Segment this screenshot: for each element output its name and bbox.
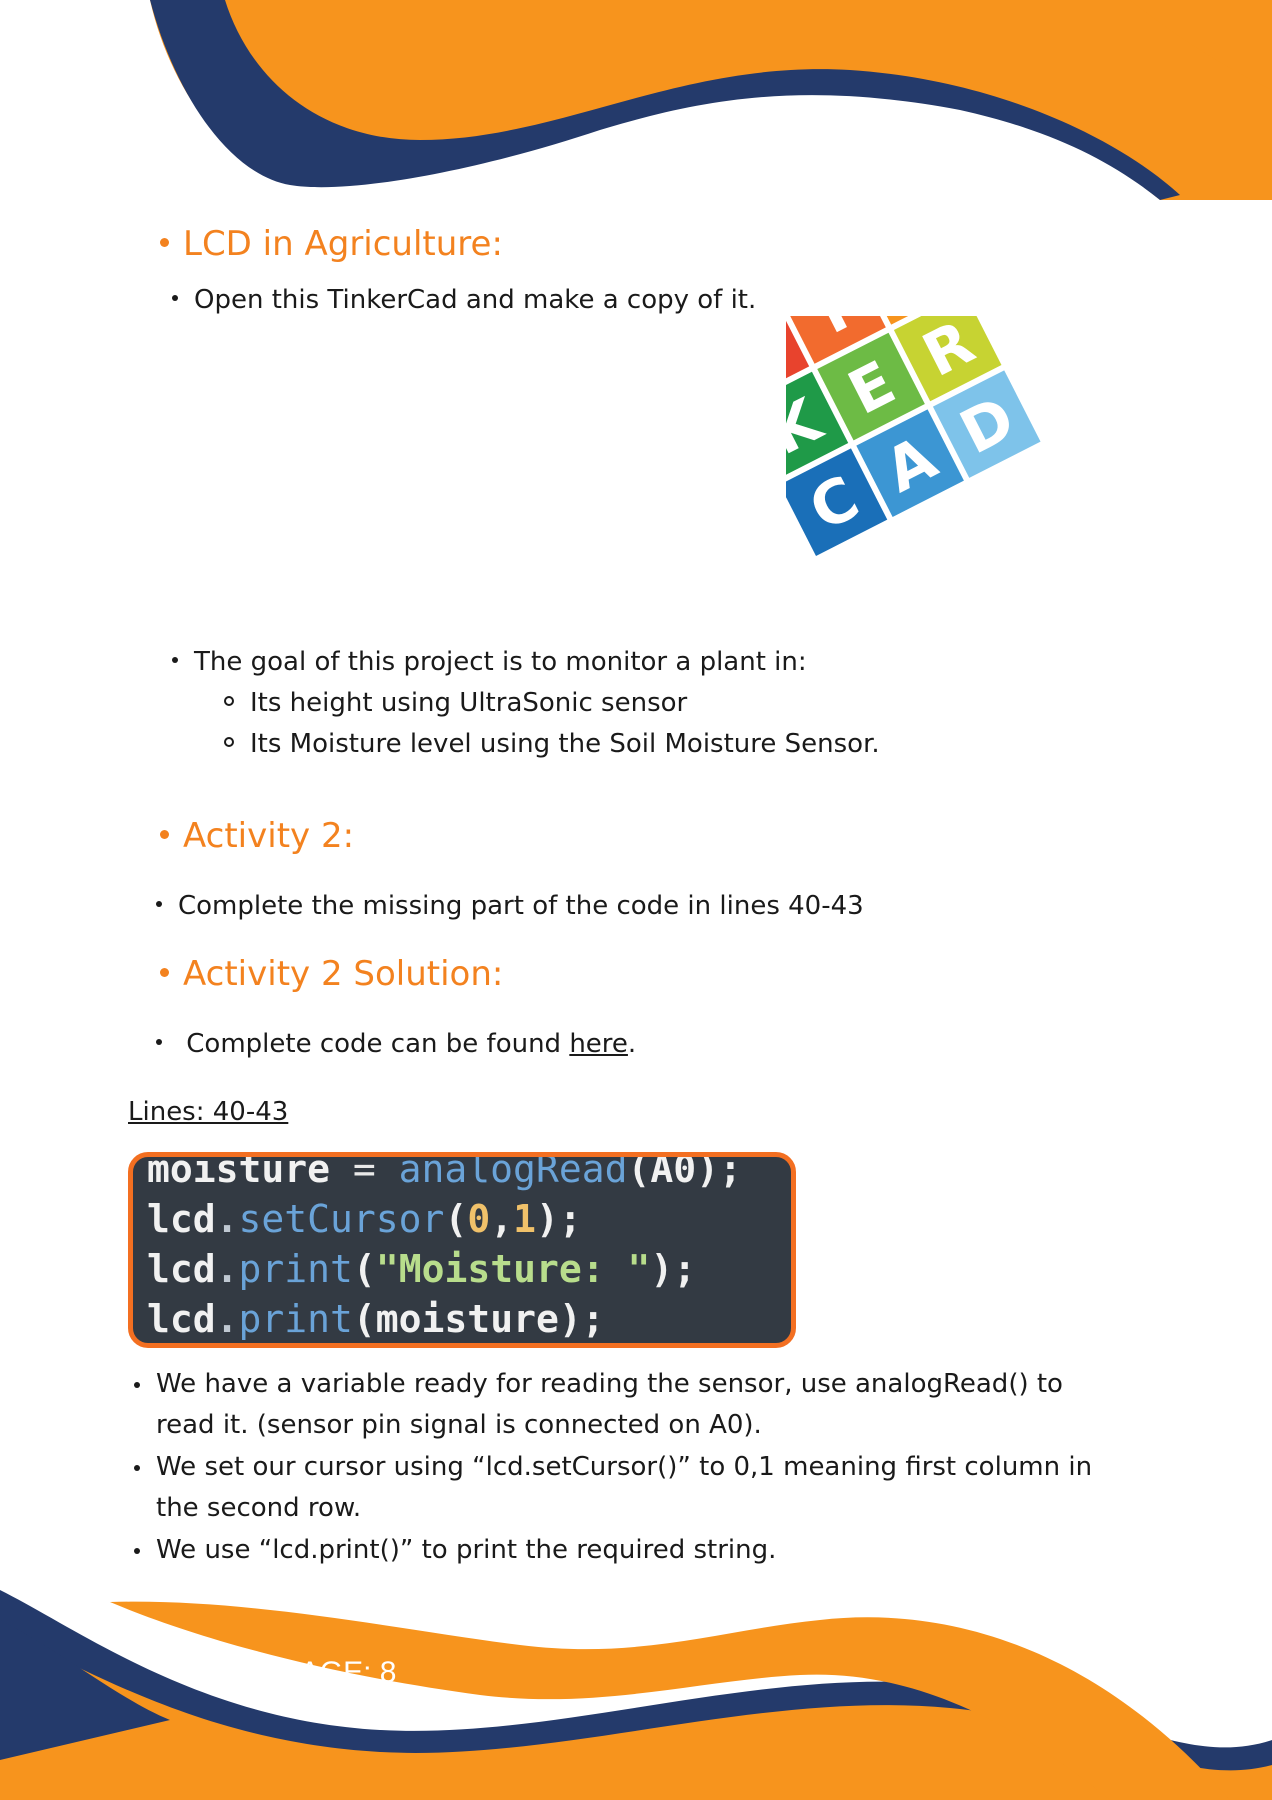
activity-bullet: Complete the missing part of the code in…	[156, 886, 864, 927]
page-number: PAGE: 8	[282, 1656, 397, 1689]
code-line-3: lcd.print("Moisture: ");	[147, 1247, 697, 1291]
code-line-2: lcd.setCursor(0,1);	[147, 1197, 582, 1241]
solution-text-end: .	[627, 1029, 637, 1059]
section-heading-activity-2-solution: Activity 2 Solution:	[160, 954, 503, 994]
code-line-4: lcd.print(moisture);	[147, 1297, 605, 1341]
note-setcursor: We set our cursor using “lcd.setCursor()…	[134, 1447, 1126, 1529]
solution-bullet: Complete code can be found here.	[156, 1024, 636, 1065]
note-print: We use “lcd.print()” to print the requir…	[134, 1530, 1126, 1571]
section-heading-lcd-agriculture: LCD in Agriculture:	[160, 224, 503, 264]
tinkercad-logo-image: T I N K E R C A	[786, 316, 1041, 556]
code-snippet: moisture = analogRead(A0); lcd.setCursor…	[128, 1152, 796, 1348]
goal-bullet: The goal of this project is to monitor a…	[172, 642, 807, 683]
code-line-1: moisture = analogRead(A0);	[147, 1152, 742, 1191]
intro-bullet: Open this TinkerCad and make a copy of i…	[172, 280, 756, 321]
note-text: We use “lcd.print()” to print the requir…	[156, 1535, 777, 1565]
here-link[interactable]: here	[569, 1029, 628, 1059]
header-wave-decoration	[150, 0, 1272, 200]
note-analogread: We have a variable ready for reading the…	[134, 1364, 1126, 1446]
footer-wave-decoration	[0, 1590, 1272, 1800]
lines-label: Lines: 40-43	[128, 1097, 289, 1127]
note-text: We set our cursor using “lcd.setCursor()…	[156, 1452, 1093, 1523]
goal-item-moisture: Its Moisture level using the Soil Moistu…	[224, 724, 880, 765]
solution-text: Complete code can be found	[186, 1029, 570, 1059]
section-heading-activity-2: Activity 2:	[160, 816, 354, 856]
goal-item-height: Its height using UltraSonic sensor	[224, 683, 687, 724]
note-text: We have a variable ready for reading the…	[156, 1369, 1063, 1440]
